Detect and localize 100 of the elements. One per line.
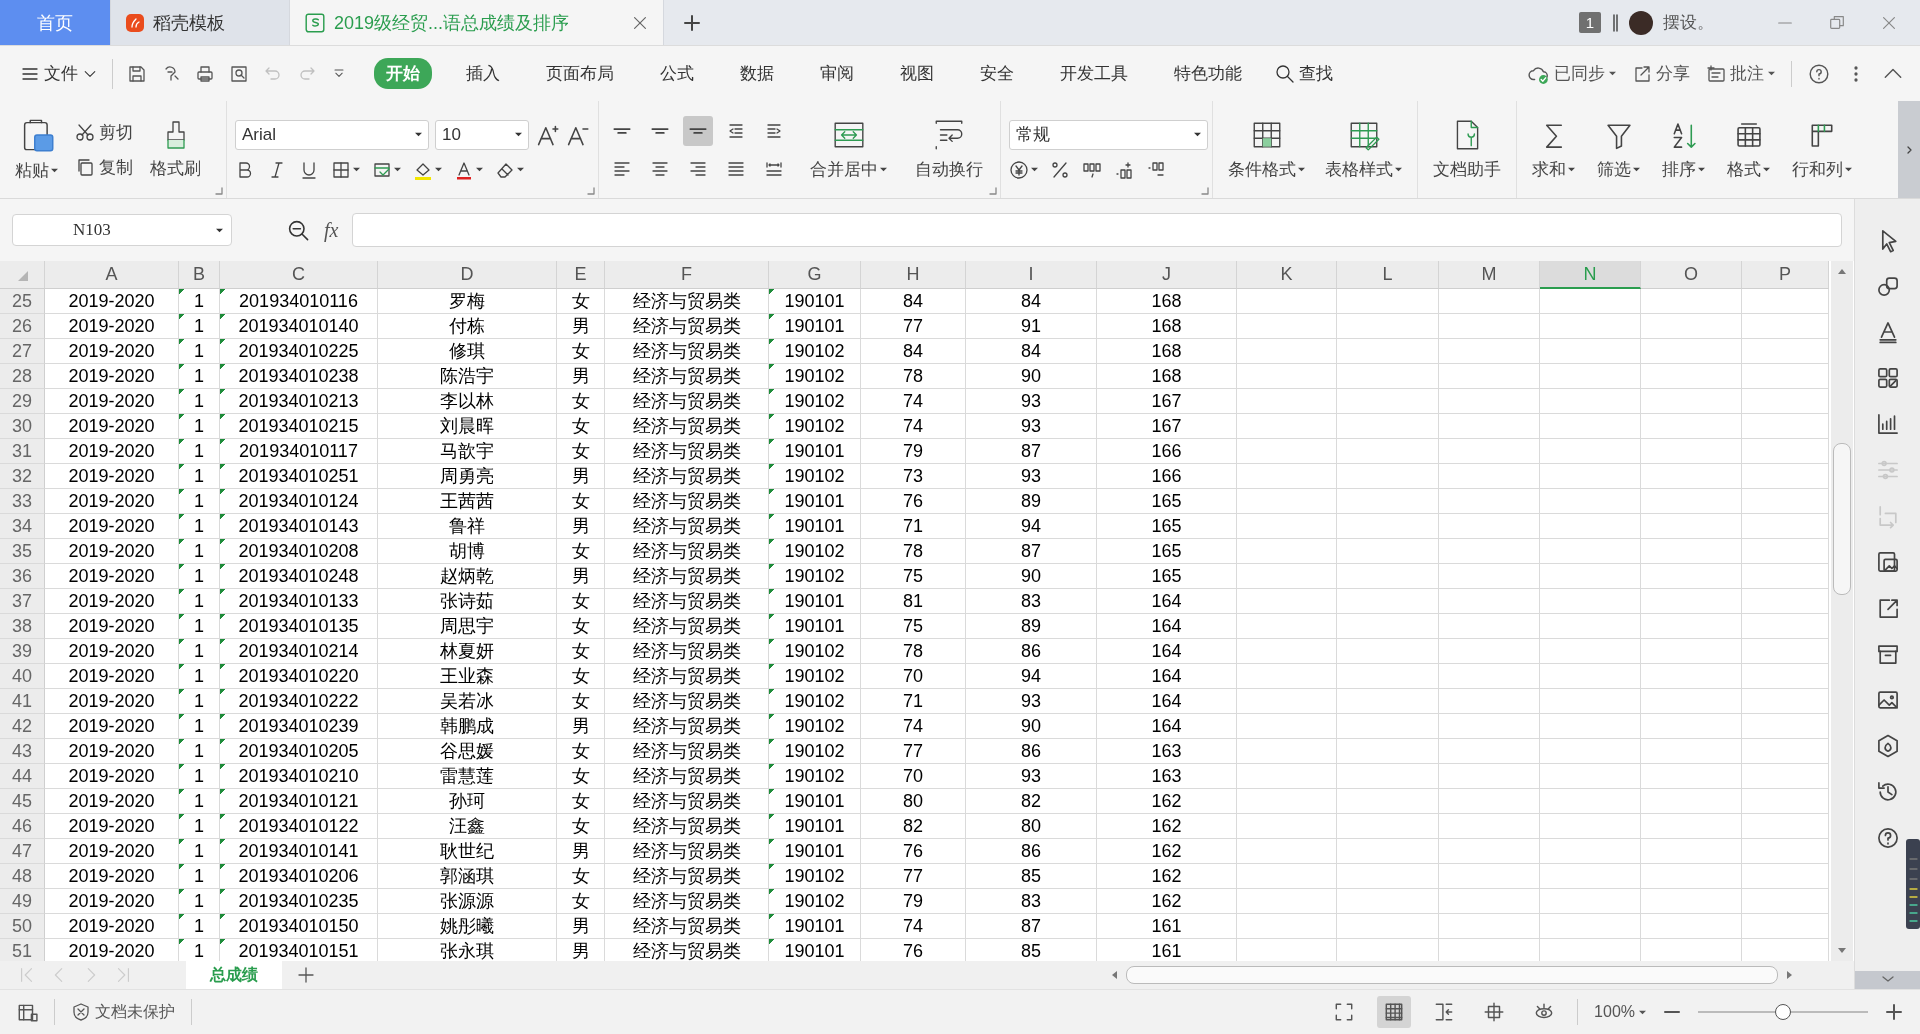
font-name-field[interactable]: Arial	[235, 119, 429, 150]
sheet-tab[interactable]: 总成绩	[186, 961, 282, 989]
user-avatar[interactable]	[1629, 10, 1653, 35]
column-header[interactable]: G	[769, 261, 861, 289]
row-header[interactable]: 49	[0, 889, 45, 914]
row-header[interactable]: 39	[0, 639, 45, 664]
align-bottom-button[interactable]	[683, 115, 713, 146]
row-header[interactable]: 42	[0, 714, 45, 739]
caret-icon[interactable]	[880, 166, 887, 173]
sum-button[interactable]: 求和	[1525, 118, 1582, 181]
row-header[interactable]: 29	[0, 389, 45, 414]
caret-icon[interactable]	[353, 166, 360, 173]
zoom-slider-thumb[interactable]	[1775, 1004, 1791, 1020]
column-header[interactable]: K	[1237, 261, 1337, 289]
ribbon-tab[interactable]: 数据	[728, 58, 786, 89]
print-icon[interactable]	[195, 63, 215, 84]
save-icon[interactable]	[127, 63, 147, 84]
caret-icon[interactable]	[1698, 166, 1705, 173]
sidebar-toggle-icon[interactable]	[1611, 12, 1619, 33]
row-header[interactable]: 32	[0, 464, 45, 489]
column-header[interactable]: P	[1742, 261, 1829, 289]
scroll-up-icon[interactable]	[1837, 267, 1847, 277]
copy-button[interactable]: 复制	[75, 155, 133, 179]
sync-button[interactable]: 已同步	[1528, 62, 1616, 85]
scroll-down-icon[interactable]	[1837, 945, 1847, 955]
row-header[interactable]: 30	[0, 414, 45, 439]
scissors-icon[interactable]	[75, 122, 95, 142]
caret-icon[interactable]	[1768, 70, 1775, 77]
zoom-formula-icon[interactable]	[286, 218, 310, 242]
row-header[interactable]: 36	[0, 564, 45, 589]
comment-button[interactable]: 批注	[1706, 62, 1775, 85]
document-tab[interactable]: 首页	[0, 0, 111, 45]
print-preview-icon[interactable]	[229, 63, 249, 84]
search-button[interactable]: 查找	[1275, 62, 1333, 85]
ribbon-tab[interactable]: 审阅	[808, 58, 866, 89]
zoom-slider[interactable]	[1698, 1002, 1868, 1022]
caret-icon[interactable]	[1395, 166, 1402, 173]
column-header[interactable]: D	[378, 261, 557, 289]
row-header[interactable]: 46	[0, 814, 45, 839]
ribbon-tab[interactable]: 安全	[968, 58, 1026, 89]
restore-icon[interactable]	[1828, 13, 1846, 32]
column-header[interactable]: M	[1439, 261, 1540, 289]
row-header[interactable]: 51	[0, 939, 45, 961]
cut-button[interactable]: 剪切	[75, 120, 133, 144]
file-menu[interactable]: 文件	[20, 62, 98, 85]
caret-icon[interactable]	[216, 226, 223, 234]
column-header[interactable]: E	[557, 261, 605, 289]
caret-icon[interactable]	[1298, 166, 1305, 173]
shield-icon[interactable]	[71, 1002, 91, 1022]
column-header[interactable]: B	[179, 261, 220, 289]
document-tab[interactable]: 2019级经贸...语总成绩及排序	[290, 0, 664, 45]
row-header[interactable]: 35	[0, 539, 45, 564]
row-header[interactable]: 45	[0, 789, 45, 814]
number-format-field[interactable]: 常规	[1009, 119, 1208, 150]
caret-icon[interactable]	[1845, 166, 1852, 173]
column-header[interactable]: I	[966, 261, 1097, 289]
column-header[interactable]: J	[1097, 261, 1237, 289]
insert-function-button[interactable]: fx	[324, 218, 339, 242]
caret-icon[interactable]	[51, 167, 58, 174]
scrollbar-thumb[interactable]	[1833, 443, 1851, 595]
caret-icon[interactable]	[1031, 166, 1038, 173]
percent-icon[interactable]	[1050, 159, 1070, 180]
table-style-button[interactable]: 表格样式	[1318, 118, 1409, 181]
ribbon-tab[interactable]: 公式	[648, 58, 706, 89]
share-button[interactable]: 分享	[1632, 62, 1690, 85]
caret-icon[interactable]	[1639, 1008, 1646, 1016]
search-icon[interactable]	[1275, 63, 1295, 84]
caret-icon[interactable]	[415, 131, 422, 138]
row-header[interactable]: 25	[0, 289, 45, 314]
row-header[interactable]: 48	[0, 864, 45, 889]
row-header[interactable]: 37	[0, 589, 45, 614]
merge-center-button[interactable]: 合并居中	[803, 118, 894, 181]
copy-icon[interactable]	[75, 157, 95, 177]
row-header[interactable]: 34	[0, 514, 45, 539]
row-header[interactable]: 41	[0, 689, 45, 714]
column-header[interactable]: O	[1641, 261, 1742, 289]
sort-button[interactable]: 排序	[1655, 118, 1712, 181]
caret-icon[interactable]	[1609, 70, 1616, 77]
zoom-in-icon[interactable]	[1884, 1002, 1904, 1022]
row-header[interactable]: 50	[0, 914, 45, 939]
column-header[interactable]: H	[861, 261, 966, 289]
row-header[interactable]: 27	[0, 339, 45, 364]
normal-view-button[interactable]	[1377, 996, 1412, 1028]
rows-columns-button[interactable]: 行和列	[1785, 118, 1859, 181]
document-assistant-button[interactable]: 文档助手	[1426, 118, 1508, 181]
row-header[interactable]: 44	[0, 764, 45, 789]
comment-icon[interactable]	[1706, 63, 1726, 84]
caret-icon[interactable]	[435, 166, 442, 173]
column-header[interactable]: A	[45, 261, 179, 289]
user-name[interactable]: 摆设。	[1663, 11, 1714, 34]
caret-icon[interactable]	[476, 166, 483, 173]
format-painter-button[interactable]: 格式刷	[143, 119, 208, 180]
row-header[interactable]: 33	[0, 489, 45, 514]
currency-icon[interactable]	[1009, 159, 1029, 180]
row-header[interactable]: 31	[0, 439, 45, 464]
ribbon-tab[interactable]: 插入	[454, 58, 512, 89]
column-header[interactable]: F	[605, 261, 769, 289]
ribbon-tab[interactable]: 页面布局	[534, 58, 626, 89]
caret-icon[interactable]	[1633, 166, 1640, 173]
add-sheet-icon[interactable]	[296, 965, 316, 985]
